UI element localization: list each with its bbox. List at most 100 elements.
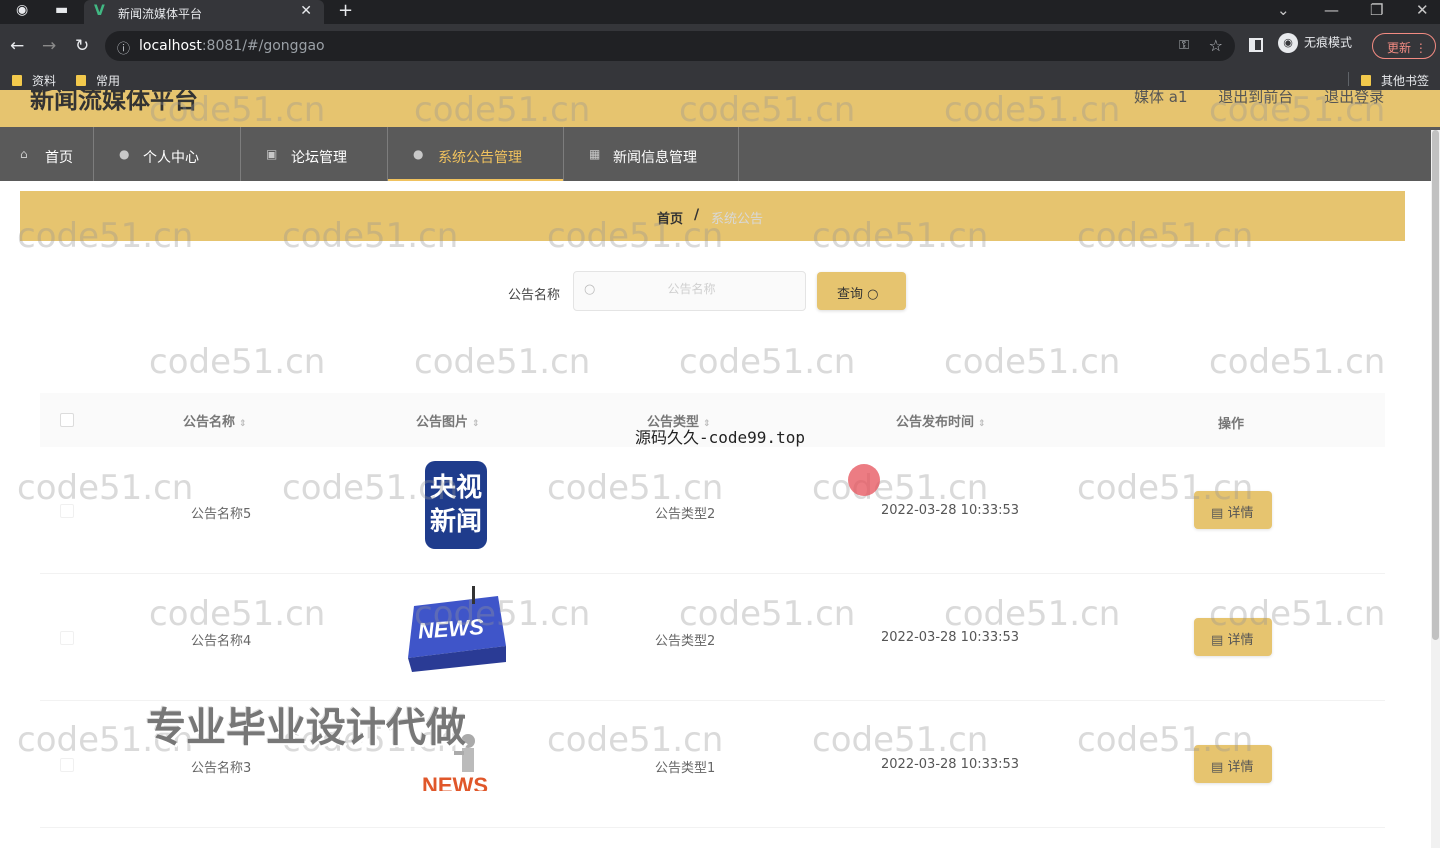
restore-icon[interactable]: ❐ [1370, 1, 1383, 19]
tab-title: 新闻流媒体平台 [118, 7, 203, 21]
address-bar[interactable]: ⓘ localhost:8081/#/gonggao ⚿ ☆ [105, 31, 1235, 61]
vue-favicon-icon: V [94, 3, 105, 19]
search-field[interactable]: ○ [573, 271, 806, 311]
watermark: code51.cn [414, 342, 591, 382]
forward-icon[interactable]: → [42, 36, 56, 56]
window-icon[interactable]: ▬ [55, 2, 68, 18]
document-icon: ▤ [1211, 760, 1224, 775]
breadcrumb: 首页 / 系统公告 [20, 191, 1405, 241]
nav-item-notice[interactable]: ● 系统公告管理 [388, 127, 564, 181]
bookmarks-bar: 资料 常用 其他书签 [0, 68, 1440, 90]
nav-label: 系统公告管理 [438, 150, 522, 166]
detail-button[interactable]: ▤ 详情 [1194, 618, 1272, 656]
notice-type: 公告类型2 [655, 507, 716, 522]
close-tab-icon[interactable]: ✕ [300, 3, 312, 19]
other-bookmarks[interactable]: 其他书签 [1361, 72, 1429, 89]
folder-icon [76, 75, 86, 86]
incognito-icon: ◉ [1278, 33, 1298, 53]
column-label: 公告图片 [416, 415, 469, 430]
side-panel-icon[interactable] [1249, 38, 1263, 52]
nav-label: 新闻信息管理 [613, 150, 697, 166]
breadcrumb-current: 系统公告 [711, 212, 764, 227]
back-to-front-link[interactable]: 退出到前台 [1218, 90, 1293, 106]
header-links: 媒体 a1 退出到前台 退出登录 [1134, 90, 1410, 107]
sort-icon: ⇕ [239, 419, 247, 429]
search-icon: ○ [584, 282, 596, 297]
cctv-news-logo: 央视 新闻 [425, 461, 487, 549]
home-icon: ⌂ [20, 147, 28, 161]
row-checkbox[interactable] [60, 758, 74, 772]
breadcrumb-separator: / [694, 207, 700, 223]
close-window-icon[interactable]: ✕ [1416, 1, 1429, 19]
row-checkbox[interactable] [60, 504, 74, 518]
bookmark-label: 资料 [32, 74, 57, 88]
user-icon: ● [119, 147, 130, 161]
select-all-checkbox[interactable] [60, 413, 74, 427]
nav-item-profile[interactable]: ● 个人中心 [94, 127, 241, 181]
new-tab-icon[interactable]: + [338, 0, 353, 21]
sort-icon: ⇕ [472, 419, 480, 429]
incognito-indicator[interactable]: ◉ 无痕模式 [1278, 33, 1352, 57]
row-checkbox[interactable] [60, 631, 74, 645]
nav-item-home[interactable]: ⌂ 首页 [0, 127, 94, 181]
tab-search-icon[interactable]: ⌄ [1277, 1, 1290, 19]
detail-label: 详情 [1227, 633, 1254, 648]
key-icon[interactable]: ⚿ [1179, 38, 1189, 53]
grid-icon: ▦ [589, 147, 601, 161]
folder-icon [12, 75, 22, 86]
query-button[interactable]: 查询 ○ [817, 272, 906, 310]
url-text[interactable]: localhost:8081/#/gonggao [139, 38, 325, 54]
table-row: 公告名称4 NEWS 公告类型2 2022-03-28 10:33:53 ▤ 详… [40, 574, 1385, 701]
page-scrollbar[interactable] [1431, 130, 1440, 848]
folder-icon [1361, 75, 1371, 86]
search-input[interactable] [604, 282, 779, 296]
column-header-time[interactable]: 公告发布时间 ⇕ [896, 411, 986, 430]
bookmark-star-icon[interactable]: ☆ [1209, 36, 1223, 55]
nav-label: 论坛管理 [291, 150, 347, 166]
news-text: NEWS [417, 614, 485, 644]
reload-icon[interactable]: ↻ [75, 36, 89, 56]
back-icon[interactable]: ← [10, 36, 24, 56]
nav-label: 个人中心 [143, 150, 199, 166]
bulb-icon: ● [413, 147, 424, 161]
search-icon: ○ [867, 287, 879, 302]
site-info-icon[interactable]: ⓘ [117, 38, 130, 57]
promo-overlay-text: 专业毕业设计代做 [146, 705, 466, 751]
sort-icon: ⇕ [978, 419, 986, 429]
notice-type: 公告类型2 [655, 634, 716, 649]
detail-label: 详情 [1227, 506, 1254, 521]
bookmark-label: 常用 [96, 74, 121, 88]
url-host: localhost [139, 38, 202, 54]
detail-button[interactable]: ▤ 详情 [1194, 745, 1272, 783]
update-button[interactable]: 更新 ⋮ [1372, 33, 1436, 59]
logout-link[interactable]: 退出登录 [1324, 90, 1384, 106]
news-keyboard-image: NEWS [408, 586, 506, 672]
url-path: :8081/#/gonggao [201, 38, 325, 54]
column-header-name[interactable]: 公告名称 ⇕ [183, 411, 247, 430]
globe-icon[interactable]: ◉ [16, 2, 28, 18]
watermark: code51.cn [149, 342, 326, 382]
document-icon: ▤ [1211, 506, 1224, 521]
watermark: code51.cn [944, 342, 1121, 382]
minimize-icon[interactable]: — [1324, 1, 1339, 19]
nav-item-forum[interactable]: ▣ 论坛管理 [241, 127, 388, 181]
nav-label: 首页 [45, 150, 73, 166]
bookmark-label: 其他书签 [1381, 74, 1430, 88]
browser-tab[interactable]: V 新闻流媒体平台 ✕ [84, 0, 324, 24]
document-icon: ▤ [1211, 633, 1224, 648]
detail-button[interactable]: ▤ 详情 [1194, 491, 1272, 529]
column-header-image[interactable]: 公告图片 ⇕ [416, 411, 480, 430]
nav-item-news[interactable]: ▦ 新闻信息管理 [564, 127, 739, 181]
notice-time: 2022-03-28 10:33:53 [881, 630, 1020, 645]
breadcrumb-home[interactable]: 首页 [657, 208, 683, 227]
app-header: 新闻流媒体平台 媒体 a1 退出到前台 退出登录 [0, 90, 1440, 127]
notice-time: 2022-03-28 10:33:53 [881, 757, 1020, 772]
bookmark-folder-ziliao[interactable]: 资料 [12, 72, 56, 89]
source-overlay-text: 源码久久-code99.top [635, 428, 805, 447]
search-label: 公告名称 [508, 288, 561, 303]
logo-text: 央视 新闻 [429, 473, 482, 537]
watermark: code51.cn [1209, 342, 1386, 382]
scrollbar-thumb[interactable] [1432, 130, 1439, 640]
bookmark-folder-changyong[interactable]: 常用 [76, 72, 120, 89]
column-header-action: 操作 [1218, 417, 1245, 432]
